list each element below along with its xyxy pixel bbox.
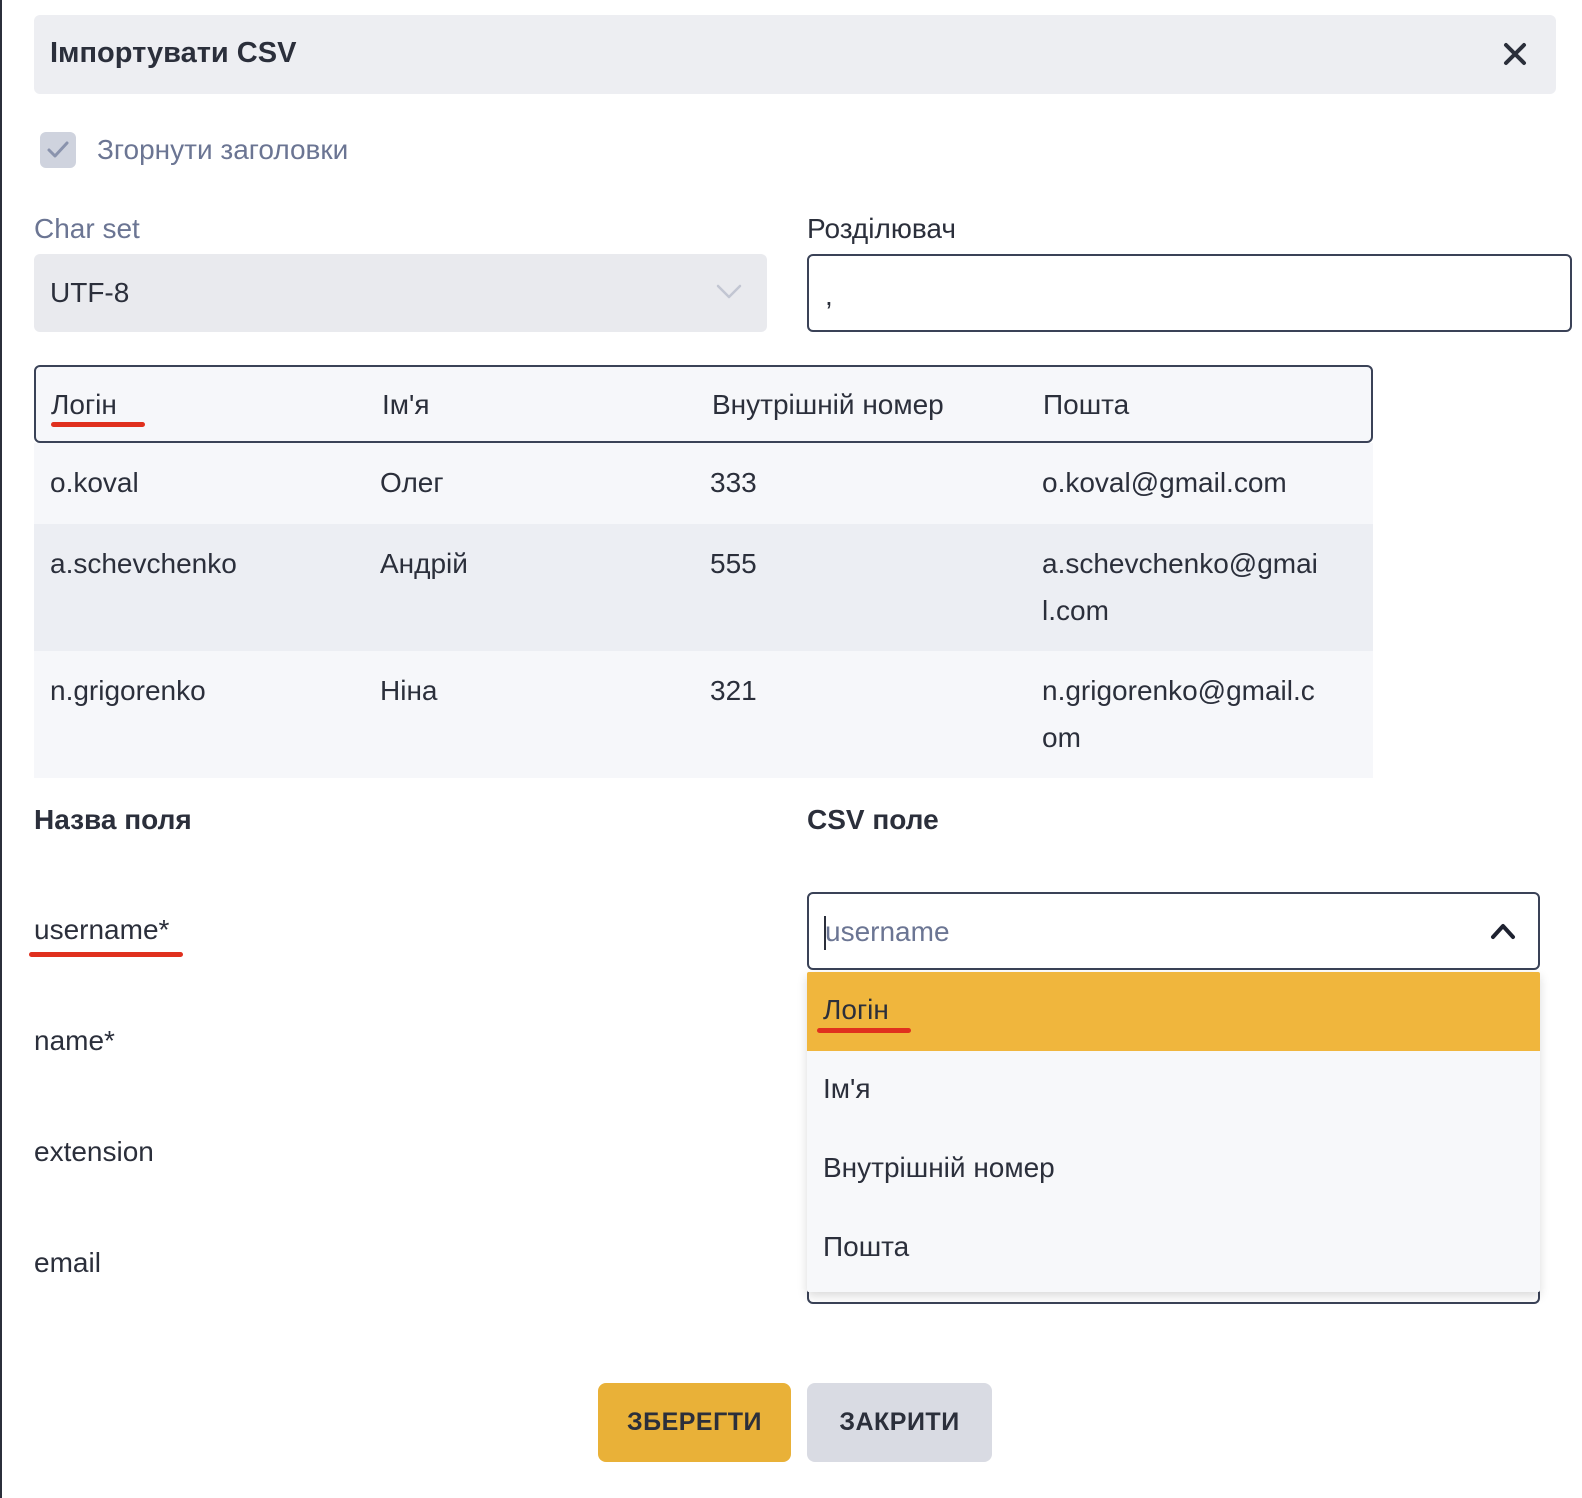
field-extension: extension xyxy=(34,1136,154,1167)
charset-label: Char set xyxy=(34,213,140,244)
table-cell-wrap: l.com xyxy=(1042,595,1109,626)
csv-field-dropdown: Логін Ім'я Внутрішній номер Пошта xyxy=(807,972,1540,1292)
highlight-underline xyxy=(29,952,183,957)
check-icon xyxy=(47,141,69,158)
table-row: n.grigorenko Ніна 321 n.grigorenko@gmail… xyxy=(34,651,1373,778)
csv-field-select-placeholder: username xyxy=(825,916,950,947)
collapse-headers-label: Згорнути заголовки xyxy=(97,134,349,165)
column-header: Внутрішній номер xyxy=(712,389,944,420)
close-button[interactable]: ЗАКРИТИ xyxy=(807,1383,992,1462)
dialog-header: Імпортувати CSV xyxy=(34,15,1556,94)
table-cell: Андрій xyxy=(380,548,468,579)
dropdown-option[interactable]: Логін xyxy=(807,972,1540,1051)
csv-preview-table: Логін Ім'я Внутрішній номер Пошта o.kova… xyxy=(34,365,1373,778)
field-name: name* xyxy=(34,1025,115,1056)
table-cell: n.grigorenko@gmail.c xyxy=(1042,675,1315,706)
column-header: Ім'я xyxy=(382,389,430,420)
dropdown-option[interactable]: Внутрішній номер xyxy=(807,1130,1540,1209)
table-cell: a.schevchenko@gmai xyxy=(1042,548,1318,579)
window-edge xyxy=(0,0,2,1498)
save-button[interactable]: ЗБЕРЕГТИ xyxy=(598,1383,791,1462)
table-cell: 321 xyxy=(710,675,757,706)
field-name-title: Назва поля xyxy=(34,804,192,835)
field-username: username* xyxy=(34,914,170,945)
csv-field-select[interactable]: username xyxy=(807,892,1540,970)
dropdown-option[interactable]: Пошта xyxy=(807,1209,1540,1288)
table-row: o.koval Олег 333 o.koval@gmail.com xyxy=(34,443,1373,524)
charset-value: UTF-8 xyxy=(50,277,130,308)
highlight-underline xyxy=(51,422,145,427)
highlight-underline xyxy=(817,1028,911,1033)
separator-label: Розділювач xyxy=(807,213,956,244)
chevron-up-icon[interactable] xyxy=(1488,920,1518,942)
table-cell: 333 xyxy=(710,467,757,498)
field-email: email xyxy=(34,1247,101,1278)
table-cell-wrap: om xyxy=(1042,722,1081,753)
close-icon[interactable] xyxy=(1498,37,1532,71)
csv-field-title: CSV поле xyxy=(807,804,939,835)
table-cell: o.koval@gmail.com xyxy=(1042,467,1287,498)
charset-select[interactable]: UTF-8 xyxy=(34,254,767,332)
separator-value: , xyxy=(825,280,833,311)
table-header: Логін Ім'я Внутрішній номер Пошта xyxy=(34,365,1373,443)
table-cell: a.schevchenko xyxy=(50,548,237,579)
table-row: a.schevchenko Андрій 555 a.schevchenko@g… xyxy=(34,524,1373,651)
table-cell: Ніна xyxy=(380,675,438,706)
table-cell: n.grigorenko xyxy=(50,675,206,706)
column-header: Пошта xyxy=(1043,389,1130,420)
column-header: Логін xyxy=(51,389,117,420)
chevron-down-icon xyxy=(716,284,742,299)
dialog-title: Імпортувати CSV xyxy=(50,37,297,69)
separator-input[interactable]: , xyxy=(807,254,1572,332)
table-cell: o.koval xyxy=(50,467,139,498)
table-cell: Олег xyxy=(380,467,444,498)
table-cell: 555 xyxy=(710,548,757,579)
dropdown-option[interactable]: Ім'я xyxy=(807,1051,1540,1130)
collapse-headers-checkbox[interactable] xyxy=(40,132,76,168)
